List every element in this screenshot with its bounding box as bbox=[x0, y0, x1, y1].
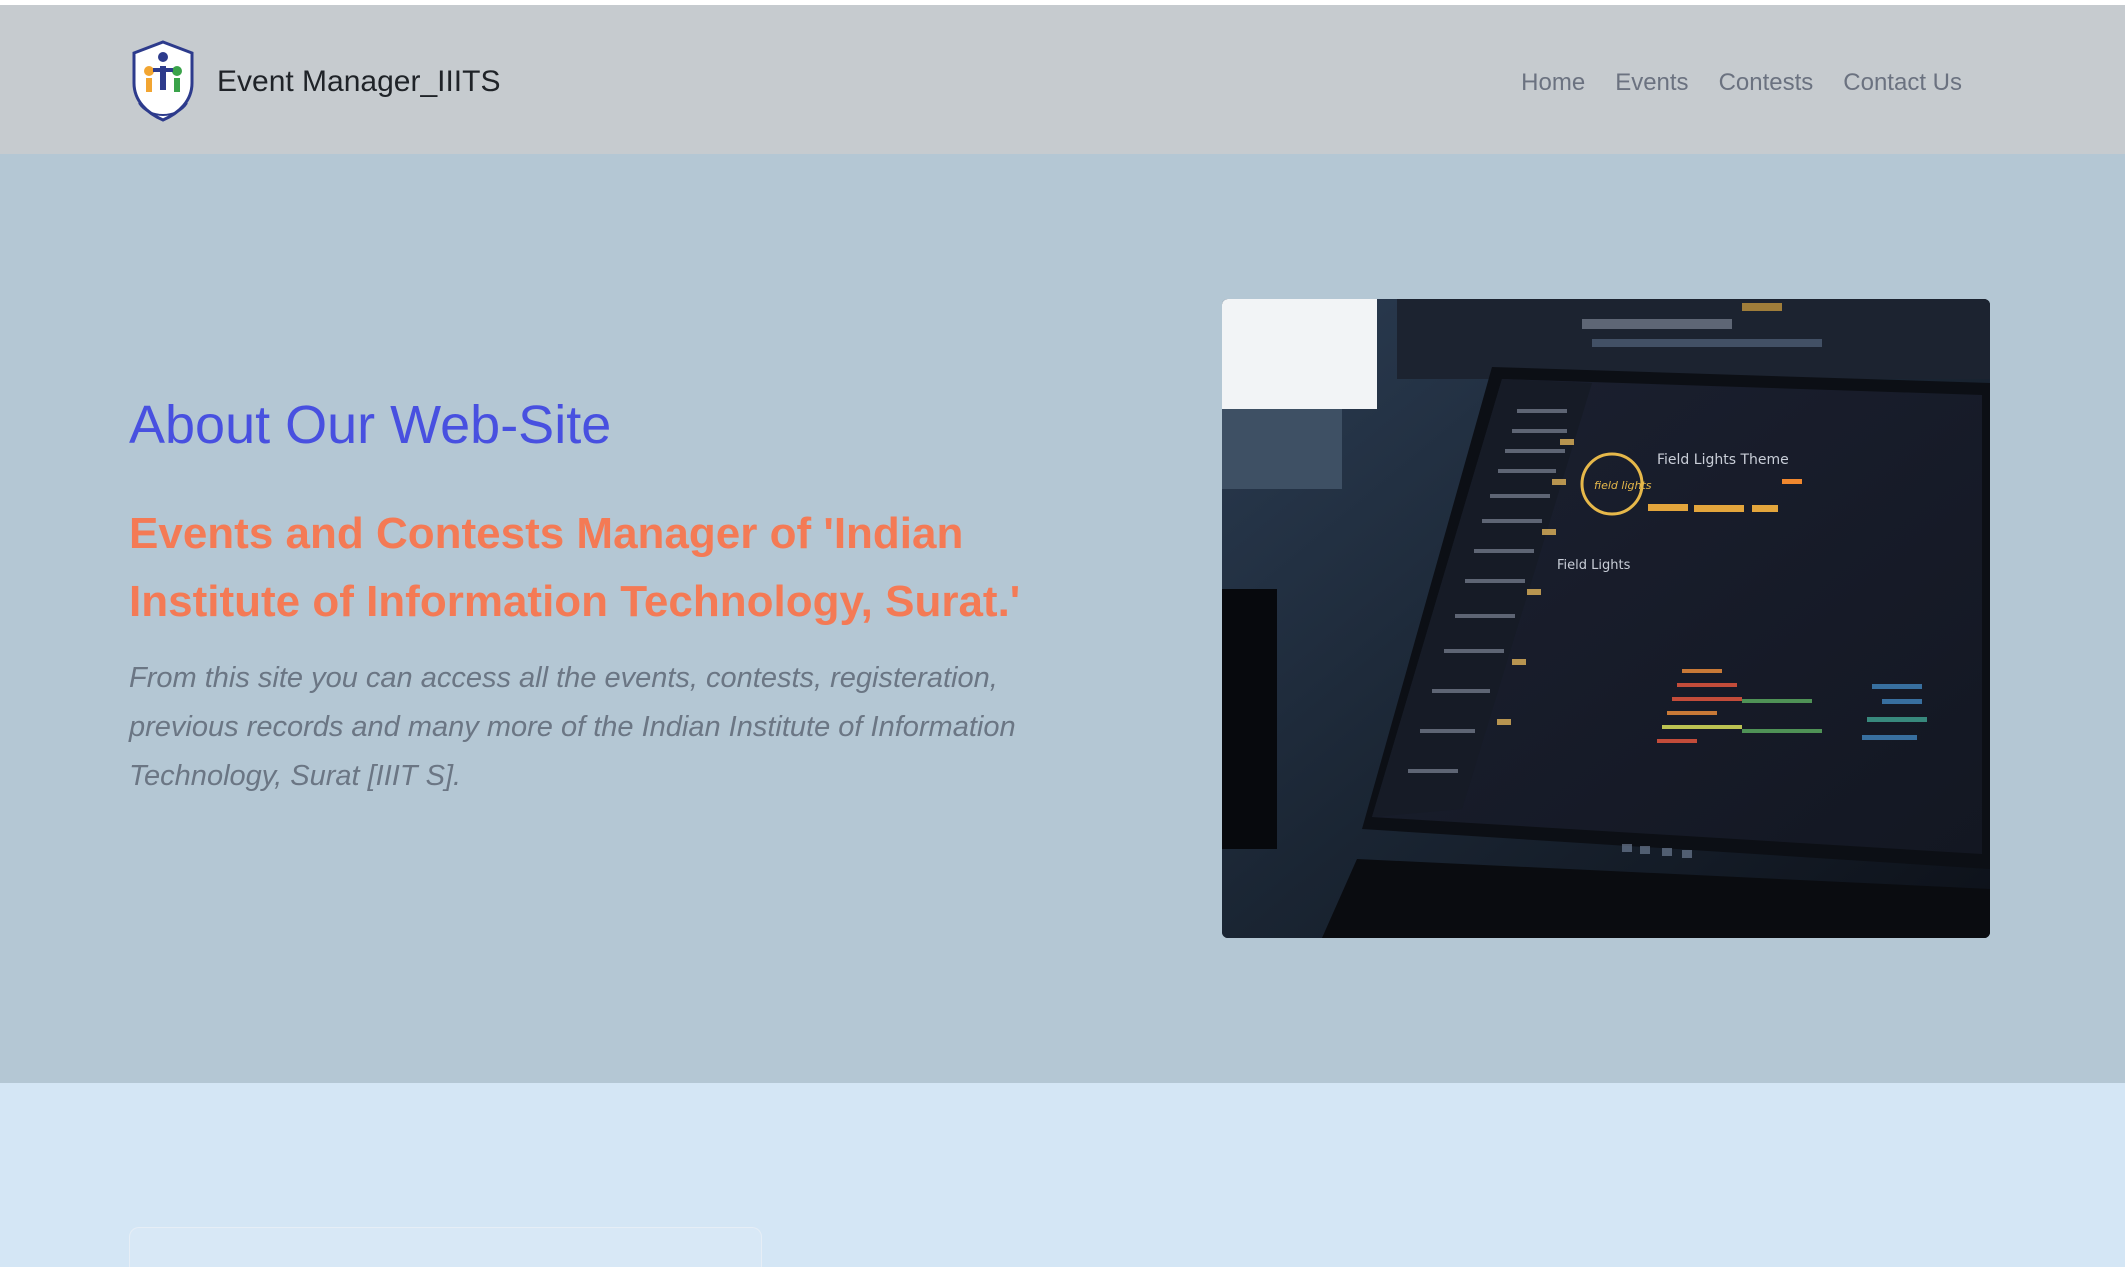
brand[interactable]: Event Manager_IIITS bbox=[129, 39, 500, 125]
lower-section bbox=[0, 1083, 2125, 1267]
screen-badge-text: field lights bbox=[1594, 479, 1652, 492]
card bbox=[129, 1227, 762, 1267]
nav-contact-link[interactable]: Contact Us bbox=[1843, 69, 1962, 97]
nav-home-link[interactable]: Home bbox=[1521, 69, 1585, 97]
nav-contests-link[interactable]: Contests bbox=[1719, 69, 1814, 97]
navbar: Event Manager_IIITS Home Events Contests… bbox=[0, 5, 2125, 154]
hero-description: From this site you can access all the ev… bbox=[129, 662, 1016, 792]
screen-heading-text: Field Lights bbox=[1557, 558, 1631, 573]
main-nav: Home Events Contests Contact Us bbox=[1521, 69, 1962, 97]
brand-name: Event Manager_IIITS bbox=[217, 65, 501, 98]
screen-title-text: Field Lights Theme bbox=[1657, 452, 1789, 468]
laptop-photo: field lights Field Lights Theme Field Li… bbox=[1222, 299, 1990, 938]
hero-title: About Our Web-Site bbox=[129, 395, 612, 455]
nav-events-link[interactable]: Events bbox=[1615, 69, 1688, 97]
laptop-code-editor-illustration: field lights Field Lights Theme Field Li… bbox=[1222, 299, 1990, 938]
iiit-surat-logo-icon bbox=[132, 40, 194, 122]
hero-section: About Our Web-Site Events and Contests M… bbox=[0, 154, 2125, 1083]
hero-subtitle: Events and Contests Manager of 'Indian I… bbox=[129, 509, 1021, 626]
